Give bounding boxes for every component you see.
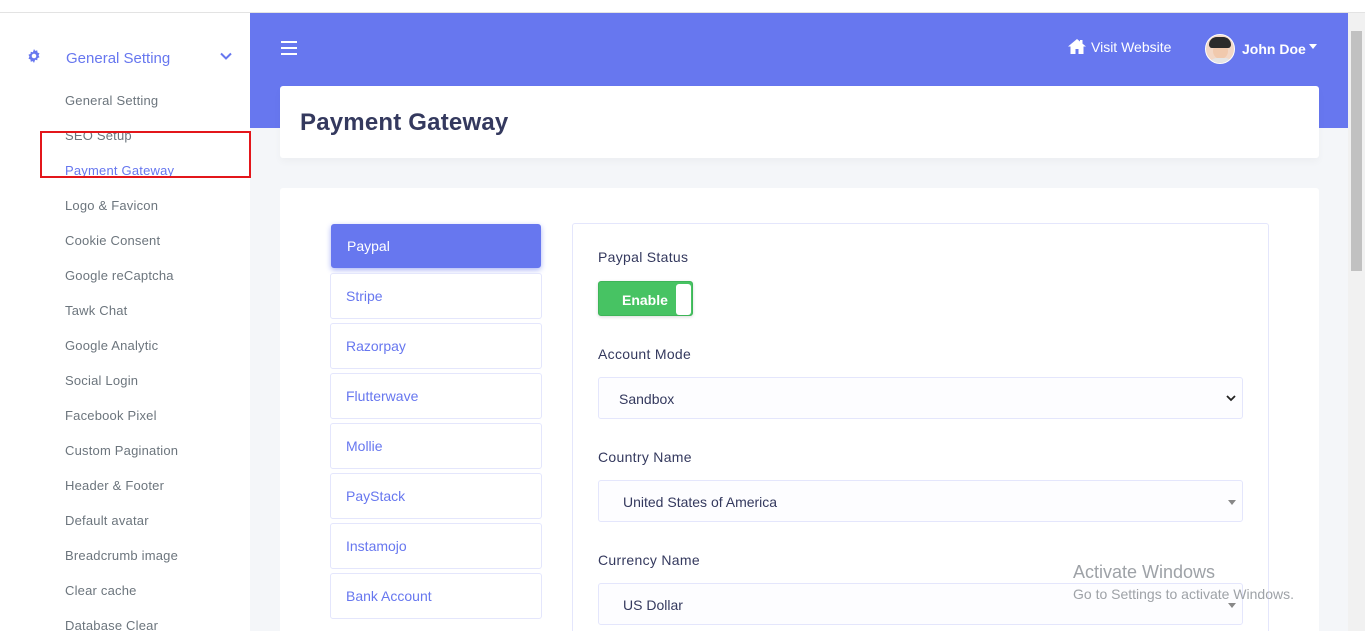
scrollbar-thumb[interactable]: [1351, 31, 1362, 271]
sidebar-item-custom-pagination[interactable]: Custom Pagination: [65, 443, 178, 458]
gear-icon: [27, 49, 43, 65]
sidebar-item-facebook-pixel[interactable]: Facebook Pixel: [65, 408, 157, 423]
visit-website-link[interactable]: Visit Website: [1067, 38, 1171, 55]
sidebar-item-clear-cache[interactable]: Clear cache: [65, 583, 137, 598]
visit-website-label: Visit Website: [1091, 38, 1172, 55]
active-item-highlight: [40, 131, 251, 178]
toggle-label: Enable: [622, 292, 668, 308]
currency-name-label: Currency Name: [598, 552, 700, 568]
hamburger-icon[interactable]: [281, 41, 297, 55]
sidebar-item-default-avatar[interactable]: Default avatar: [65, 513, 149, 528]
tab-bank-account[interactable]: Bank Account: [330, 573, 542, 619]
tab-paystack[interactable]: PayStack: [330, 473, 542, 519]
tab-instamojo[interactable]: Instamojo: [330, 523, 542, 569]
account-mode-select[interactable]: Sandbox: [598, 377, 1243, 419]
tab-mollie[interactable]: Mollie: [330, 423, 542, 469]
chevron-down-icon: [219, 49, 233, 63]
chevron-down-icon: [1226, 395, 1236, 402]
sidebar-item-general-setting[interactable]: General Setting: [0, 43, 250, 73]
dropdown-arrow-icon: [1228, 603, 1236, 608]
tab-flutterwave[interactable]: Flutterwave: [330, 373, 542, 419]
paypal-status-toggle[interactable]: Enable: [598, 281, 693, 316]
browser-bookmarks-bar: [0, 0, 1365, 13]
account-mode-value: Sandbox: [619, 391, 675, 407]
tab-razorpay[interactable]: Razorpay: [330, 323, 542, 369]
caret-down-icon: [1308, 43, 1317, 49]
account-mode-label: Account Mode: [598, 346, 692, 362]
sidebar-item-tawk-chat[interactable]: Tawk Chat: [65, 303, 128, 318]
sidebar-item-google-recaptcha[interactable]: Google reCaptcha: [65, 268, 174, 283]
paypal-status-label: Paypal Status: [598, 249, 689, 265]
currency-value: US Dollar: [623, 597, 683, 613]
user-menu[interactable]: John Doe: [1205, 34, 1317, 64]
tab-stripe[interactable]: Stripe: [330, 273, 542, 319]
sidebar-parent-label: General Setting: [66, 50, 171, 67]
country-select[interactable]: United States of America: [598, 480, 1243, 522]
page-title-card: Payment Gateway: [280, 86, 1319, 158]
sidebar-item-general-setting[interactable]: General Setting: [65, 93, 158, 108]
home-icon: [1068, 39, 1086, 54]
currency-select[interactable]: US Dollar: [598, 583, 1243, 625]
sidebar-item-logo-favicon[interactable]: Logo & Favicon: [65, 198, 158, 213]
country-value: United States of America: [623, 494, 778, 510]
sidebar-item-header-footer[interactable]: Header & Footer: [65, 478, 164, 493]
dropdown-arrow-icon: [1228, 500, 1236, 505]
toggle-knob: [676, 284, 691, 315]
sidebar-item-breadcrumb-image[interactable]: Breadcrumb image: [65, 548, 178, 563]
tab-paypal[interactable]: Paypal: [331, 224, 541, 268]
page-title: Payment Gateway: [300, 109, 509, 136]
country-name-label: Country Name: [598, 449, 692, 465]
page-scrollbar[interactable]: [1348, 13, 1365, 631]
user-name: John Doe: [1242, 41, 1306, 57]
sidebar-item-cookie-consent[interactable]: Cookie Consent: [65, 233, 160, 248]
avatar: [1205, 34, 1235, 64]
sidebar-item-google-analytic[interactable]: Google Analytic: [65, 338, 158, 353]
sidebar-item-social-login[interactable]: Social Login: [65, 373, 138, 388]
sidebar-item-database-clear[interactable]: Database Clear: [65, 618, 158, 631]
